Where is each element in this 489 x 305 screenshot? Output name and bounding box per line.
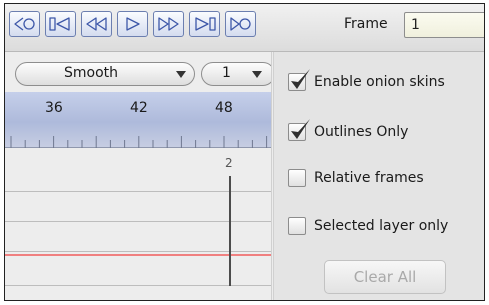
ruler-label-3: 48 xyxy=(215,100,233,116)
checkmark-icon xyxy=(291,119,310,139)
next-keyframe-button[interactable] xyxy=(189,11,220,37)
enable-onion-skins-label: Enable onion skins xyxy=(314,74,445,90)
guide-line xyxy=(5,254,271,256)
next-keyframe-icon xyxy=(195,17,216,31)
frame-ruler[interactable]: 36 42 48 xyxy=(5,92,271,148)
onion-skin-panel: Frame Smooth 1 36 42 48 2 xyxy=(4,3,485,301)
step-backward-button[interactable] xyxy=(81,11,112,37)
last-frame-icon xyxy=(230,17,251,31)
step-dropdown[interactable]: 1 xyxy=(201,62,275,86)
relative-frames-label: Relative frames xyxy=(314,170,424,186)
onion-skin-options: Enable onion skins Outlines Only Relativ… xyxy=(274,52,484,300)
play-icon xyxy=(126,17,140,31)
enable-onion-skins-checkbox[interactable] xyxy=(288,69,310,91)
ruler-label-2: 42 xyxy=(130,100,148,116)
chevron-down-icon xyxy=(252,71,262,78)
previous-keyframe-button[interactable] xyxy=(45,11,76,37)
playhead[interactable] xyxy=(229,176,231,286)
outlines-only-option[interactable]: Outlines Only xyxy=(288,119,409,144)
outlines-only-label: Outlines Only xyxy=(314,124,409,140)
relative-frames-checkbox[interactable] xyxy=(288,169,306,187)
previous-keyframe-icon xyxy=(49,17,70,31)
timeline-area: Smooth 1 36 42 48 2 xyxy=(5,52,275,300)
first-frame-icon xyxy=(14,17,35,31)
onion-skin-marker-number: 2 xyxy=(225,156,233,170)
ruler-label-1: 36 xyxy=(45,100,63,116)
play-button[interactable] xyxy=(117,11,148,37)
playback-toolbar: Frame xyxy=(5,4,484,52)
enable-onion-skins-option[interactable]: Enable onion skins xyxy=(288,69,445,94)
interpolation-dropdown[interactable]: Smooth xyxy=(15,62,195,86)
timeline-row[interactable] xyxy=(5,222,271,252)
outlines-only-checkbox[interactable] xyxy=(288,119,310,141)
frame-label: Frame xyxy=(344,16,388,32)
frame-number-input[interactable] xyxy=(404,12,484,38)
last-frame-button[interactable] xyxy=(225,11,256,37)
selected-layer-only-checkbox[interactable] xyxy=(288,217,306,235)
timeline-row[interactable] xyxy=(5,252,271,286)
chevron-down-icon xyxy=(176,71,186,78)
selected-layer-only-label: Selected layer only xyxy=(314,218,449,234)
step-backward-icon xyxy=(86,17,107,31)
selected-layer-only-option[interactable]: Selected layer only xyxy=(288,214,448,238)
timeline-row[interactable] xyxy=(5,192,271,222)
first-frame-button[interactable] xyxy=(9,11,40,37)
ruler-ticks xyxy=(10,136,268,148)
step-value: 1 xyxy=(222,65,231,81)
timeline-row[interactable] xyxy=(5,148,271,192)
step-forward-icon xyxy=(158,17,179,31)
checkmark-icon xyxy=(291,69,310,89)
relative-frames-option[interactable]: Relative frames xyxy=(288,166,424,190)
clear-all-button[interactable]: Clear All xyxy=(324,260,446,294)
step-forward-button[interactable] xyxy=(153,11,184,37)
interpolation-value: Smooth xyxy=(64,65,119,81)
